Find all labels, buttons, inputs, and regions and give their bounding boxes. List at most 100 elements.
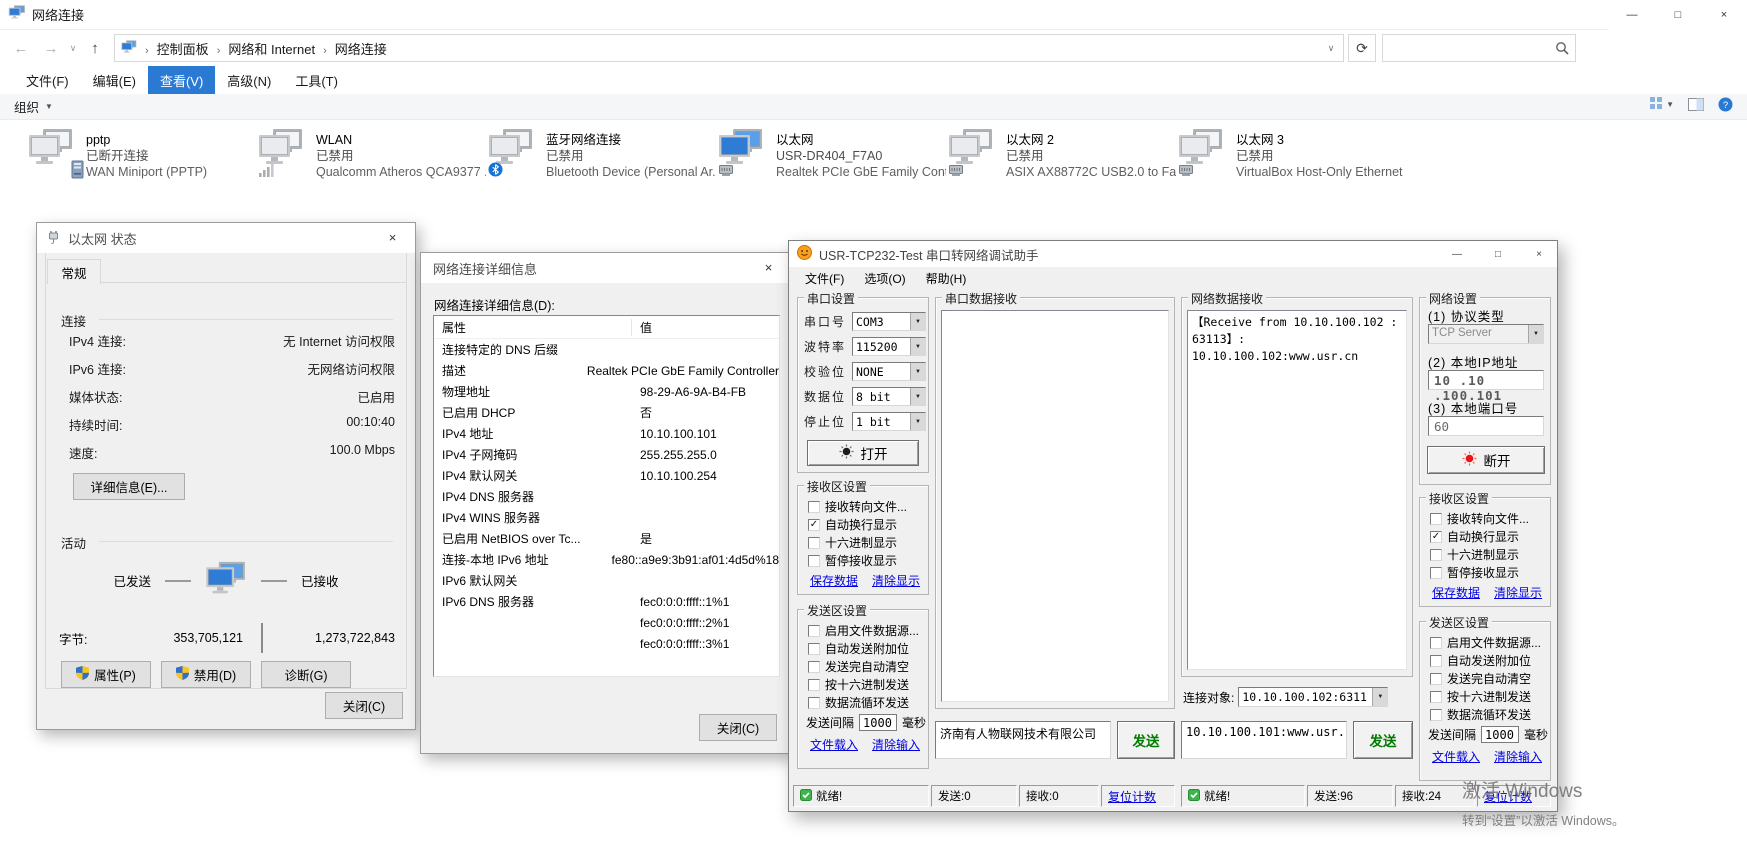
menu-item[interactable]: 文件(F) [14,66,81,94]
breadcrumb-item[interactable]: 控制面板 [157,42,209,57]
波特率-combo[interactable]: 115200▼ [852,337,926,356]
adapter-item[interactable]: 以太网 2已禁用ASIX AX88772C USB2.0 to Fast... [948,128,1176,198]
close-icon[interactable]: × [370,223,415,252]
details-button[interactable]: 详细信息(E)... [73,473,185,500]
send-interval-input[interactable]: 1000 [859,714,897,731]
minimize-icon[interactable]: — [1443,244,1471,264]
dialog-title-bar[interactable]: 网络连接详细信息 [421,253,791,283]
menu-item[interactable]: 高级(N) [215,66,283,94]
checkbox-option[interactable]: 接收转向文件... [808,498,907,515]
details-row[interactable]: 已启用 NetBIOS over Tc...是 [434,528,779,549]
details-row[interactable]: IPv4 DNS 服务器 [434,486,779,507]
checkbox-option[interactable]: 发送完自动清空 [1430,670,1531,687]
link[interactable]: 保存数据 [1432,584,1480,601]
send-interval-input[interactable]: 1000 [1481,726,1519,743]
details-row[interactable]: 描述Realtek PCIe GbE Family Controller [434,360,779,381]
串口号-combo[interactable]: COM3▼ [852,312,926,331]
close-icon[interactable]: × [746,253,791,282]
details-row[interactable]: 连接-本地 IPv6 地址fe80::a9e9:3b91:af01:4d5d%1… [434,549,779,570]
back-icon[interactable]: ← [6,34,36,62]
network-receive-area[interactable]: 【Receive from 10.10.100.102 : 63113】: 10… [1187,310,1407,670]
checkbox-option[interactable]: 启用文件数据源... [808,622,919,639]
connect-target-combo[interactable]: 10.10.100.102:6311 ▼ [1238,687,1388,707]
checkbox-icon[interactable] [808,643,820,655]
properties-button[interactable]: 属性(P) [61,661,151,688]
details-row[interactable]: IPv6 DNS 服务器fec0:0:0:ffff::1%1 [434,591,779,612]
view-options-button[interactable]: ▼ [1649,96,1674,113]
checkbox-option[interactable]: 数据流循环发送 [808,694,909,711]
checkbox-option[interactable]: 暂停接收显示 [1430,564,1519,581]
checkbox-option[interactable]: 按十六进制发送 [1430,688,1531,705]
link[interactable]: 清除显示 [872,572,920,589]
checkbox-icon[interactable] [1430,549,1442,561]
refresh-icon[interactable]: ⟳ [1348,34,1376,62]
link[interactable]: 保存数据 [810,572,858,589]
details-row[interactable]: 连接特定的 DNS 后缀 [434,339,779,360]
checkbox-option[interactable]: 接收转向文件... [1430,510,1529,527]
address-bar[interactable]: ›控制面板›网络和 Internet›网络连接 ∨ [114,34,1344,62]
address-dropdown-icon[interactable]: ∨ [1319,43,1343,54]
checkbox-checked-icon[interactable]: ✓ [1430,531,1442,543]
checkbox-icon[interactable] [1430,673,1442,685]
breadcrumb-item[interactable]: 网络连接 [335,42,387,57]
local-port-input[interactable]: 60 [1428,416,1544,436]
reset-count-link[interactable]: 复位计数 [1484,788,1532,805]
details-row[interactable]: 物理地址98-29-A6-9A-B4-FB [434,381,779,402]
adapter-item[interactable]: WLAN已禁用Qualcomm Atheros QCA9377 ... [258,128,486,198]
checkbox-icon[interactable] [808,697,820,709]
menu-item[interactable]: 编辑(E) [81,66,148,94]
checkbox-option[interactable]: 发送完自动清空 [808,658,909,675]
close-button[interactable]: 关闭(C) [699,714,777,741]
close-icon[interactable]: × [1701,0,1747,30]
disconnect-button[interactable]: 断开 [1427,446,1545,474]
link[interactable]: 清除输入 [1494,748,1542,765]
checkbox-option[interactable]: ✓自动换行显示 [1430,528,1519,545]
search-box[interactable] [1382,34,1576,62]
main-title-bar[interactable]: 网络连接 — □ × [0,0,1747,30]
校验位-combo[interactable]: NONE▼ [852,362,926,381]
checkbox-icon[interactable] [1430,513,1442,525]
usr-title-bar[interactable]: USR-TCP232-Test 串口转网络调试助手 — □ × [789,241,1557,267]
link[interactable]: 清除显示 [1494,584,1542,601]
checkbox-option[interactable]: 自动发送附加位 [1430,652,1531,669]
menu-item[interactable]: 查看(V) [148,66,215,94]
link[interactable]: 文件载入 [810,736,858,753]
checkbox-checked-icon[interactable]: ✓ [808,519,820,531]
停止位-combo[interactable]: 1 bit▼ [852,412,926,431]
details-row[interactable]: IPv4 地址10.10.100.101 [434,423,779,444]
checkbox-icon[interactable] [1430,709,1442,721]
menu-item[interactable]: 文件(F) [795,267,854,289]
checkbox-icon[interactable] [1430,691,1442,703]
tab-general[interactable]: 常规 [47,259,101,284]
checkbox-option[interactable]: 启用文件数据源... [1430,634,1541,651]
serial-send-input[interactable]: 济南有人物联网技术有限公司 [935,721,1111,759]
diagnose-button[interactable]: 诊断(G) [261,661,351,688]
history-chevron-icon[interactable]: ∨ [66,34,80,62]
local-ip-input[interactable]: 10 .10 .100.101 [1428,370,1544,390]
open-port-button[interactable]: 打开 [807,440,919,466]
checkbox-option[interactable]: 自动发送附加位 [808,640,909,657]
details-row[interactable]: fec0:0:0:ffff::3%1 [434,633,779,654]
details-row[interactable]: IPv4 WINS 服务器 [434,507,779,528]
minimize-icon[interactable]: — [1609,0,1655,30]
checkbox-icon[interactable] [808,537,820,549]
protocol-combo[interactable]: TCP Server ▼ [1428,324,1544,344]
details-row[interactable]: IPv6 默认网关 [434,570,779,591]
checkbox-option[interactable]: ✓自动换行显示 [808,516,897,533]
network-send-button[interactable]: 发送 [1353,721,1413,759]
checkbox-icon[interactable] [808,661,820,673]
checkbox-icon[interactable] [1430,655,1442,667]
checkbox-icon[interactable] [1430,567,1442,579]
help-button[interactable]: ? [1718,97,1733,112]
network-send-input[interactable]: 10.10.100.101:www.usr.cn [1181,721,1347,759]
checkbox-icon[interactable] [808,555,820,567]
adapter-item[interactable]: 以太网USR-DR404_F7A0Realtek PCIe GbE Family… [718,128,946,198]
checkbox-option[interactable]: 按十六进制发送 [808,676,909,693]
details-row[interactable]: 已启用 DHCP否 [434,402,779,423]
serial-send-button[interactable]: 发送 [1117,721,1175,759]
reset-count-link[interactable]: 复位计数 [1108,788,1156,805]
disable-button[interactable]: 禁用(D) [161,661,251,688]
adapter-item[interactable]: 蓝牙网络连接已禁用Bluetooth Device (Personal Ar..… [488,128,716,198]
organize-button[interactable]: 组织 ▼ [14,97,53,116]
menu-item[interactable]: 选项(O) [854,267,915,289]
